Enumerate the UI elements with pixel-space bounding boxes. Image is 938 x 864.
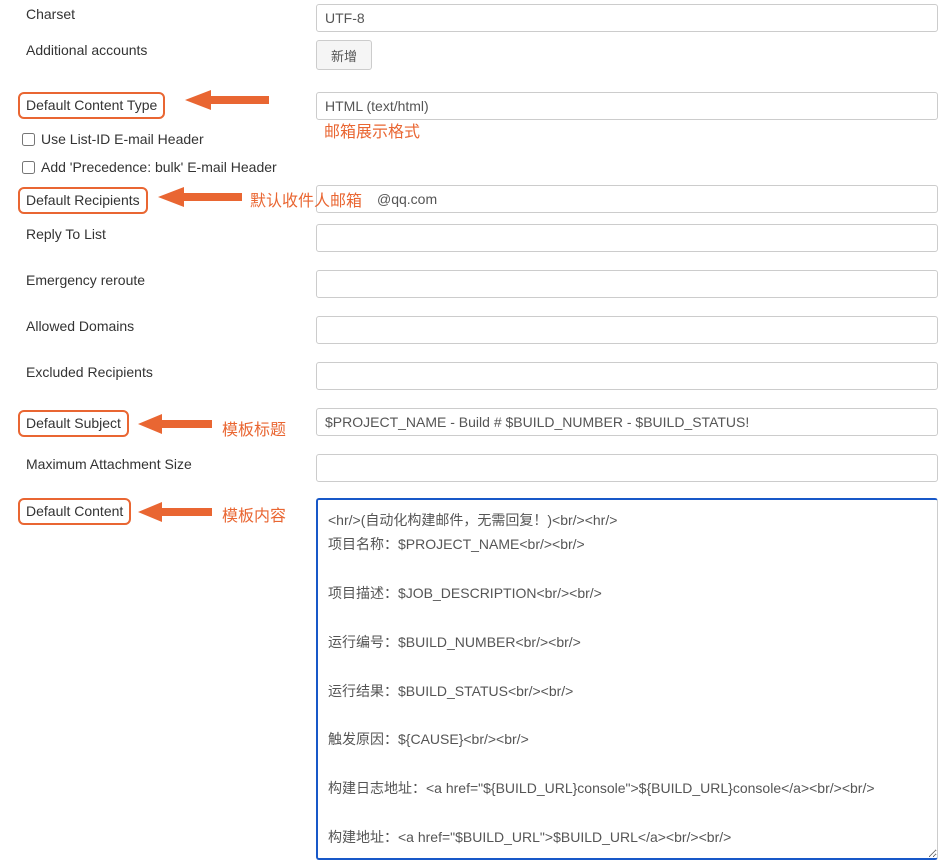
row-default-content: Default Content 模板内容 — [0, 496, 938, 864]
label-text: Default Content Type — [18, 92, 165, 119]
emergency-reroute-input[interactable] — [316, 270, 938, 298]
label-text: Default Subject — [18, 410, 129, 437]
row-add-precedence: Add 'Precedence: bulk' E-mail Header — [0, 153, 938, 181]
label-use-list-id: Use List-ID E-mail Header — [0, 125, 316, 153]
label-excluded-recipients: Excluded Recipients — [0, 358, 316, 386]
label-reply-to-list: Reply To List — [0, 220, 316, 248]
add-account-button[interactable]: 新增 — [316, 40, 372, 70]
label-text: Add 'Precedence: bulk' E-mail Header — [41, 159, 277, 175]
label-charset: Charset — [0, 0, 316, 28]
row-additional-accounts: Additional accounts 新增 — [0, 36, 938, 86]
label-default-content-type: Default Content Type — [0, 86, 316, 125]
label-default-subject: Default Subject — [0, 404, 316, 443]
label-text: Default Recipients — [18, 187, 148, 214]
row-emergency-reroute: Emergency reroute — [0, 266, 938, 312]
max-attachment-size-input[interactable] — [316, 454, 938, 482]
label-text: Reply To List — [26, 226, 106, 242]
label-text: Excluded Recipients — [26, 364, 153, 380]
row-default-recipients: Default Recipients 默认收件人邮箱 — [0, 181, 938, 220]
label-default-recipients: Default Recipients — [0, 181, 316, 220]
row-use-list-id: Use List-ID E-mail Header — [0, 125, 938, 153]
label-text: Default Content — [18, 498, 131, 525]
label-text: Maximum Attachment Size — [26, 456, 192, 472]
row-default-content-type: Default Content Type HTML (text/html) 邮箱… — [0, 86, 938, 125]
label-add-precedence: Add 'Precedence: bulk' E-mail Header — [0, 153, 316, 181]
row-reply-to-list: Reply To List — [0, 220, 938, 266]
label-text: Allowed Domains — [26, 318, 134, 334]
use-list-id-checkbox[interactable] — [22, 133, 35, 146]
default-content-type-select[interactable]: HTML (text/html) — [316, 92, 938, 120]
row-default-subject: Default Subject 模板标题 — [0, 404, 938, 450]
label-allowed-domains: Allowed Domains — [0, 312, 316, 340]
label-emergency-reroute: Emergency reroute — [0, 266, 316, 294]
label-text: Emergency reroute — [26, 272, 145, 288]
allowed-domains-input[interactable] — [316, 316, 938, 344]
label-max-attachment-size: Maximum Attachment Size — [0, 450, 316, 478]
excluded-recipients-input[interactable] — [316, 362, 938, 390]
row-allowed-domains: Allowed Domains — [0, 312, 938, 358]
label-additional-accounts: Additional accounts — [0, 36, 316, 64]
reply-to-list-input[interactable] — [316, 224, 938, 252]
row-max-attachment-size: Maximum Attachment Size — [0, 450, 938, 496]
row-charset: Charset — [0, 0, 938, 36]
label-text: Charset — [26, 6, 75, 22]
default-subject-input[interactable] — [316, 408, 938, 436]
row-excluded-recipients: Excluded Recipients — [0, 358, 938, 404]
email-config-form: Charset Additional accounts 新增 Default C… — [0, 0, 938, 864]
add-precedence-checkbox[interactable] — [22, 161, 35, 174]
default-recipients-input[interactable] — [316, 185, 938, 213]
charset-input[interactable] — [316, 4, 938, 32]
default-content-textarea[interactable] — [316, 498, 938, 860]
label-text: Additional accounts — [26, 42, 147, 58]
label-text: Use List-ID E-mail Header — [41, 131, 204, 147]
label-default-content: Default Content — [0, 496, 316, 531]
